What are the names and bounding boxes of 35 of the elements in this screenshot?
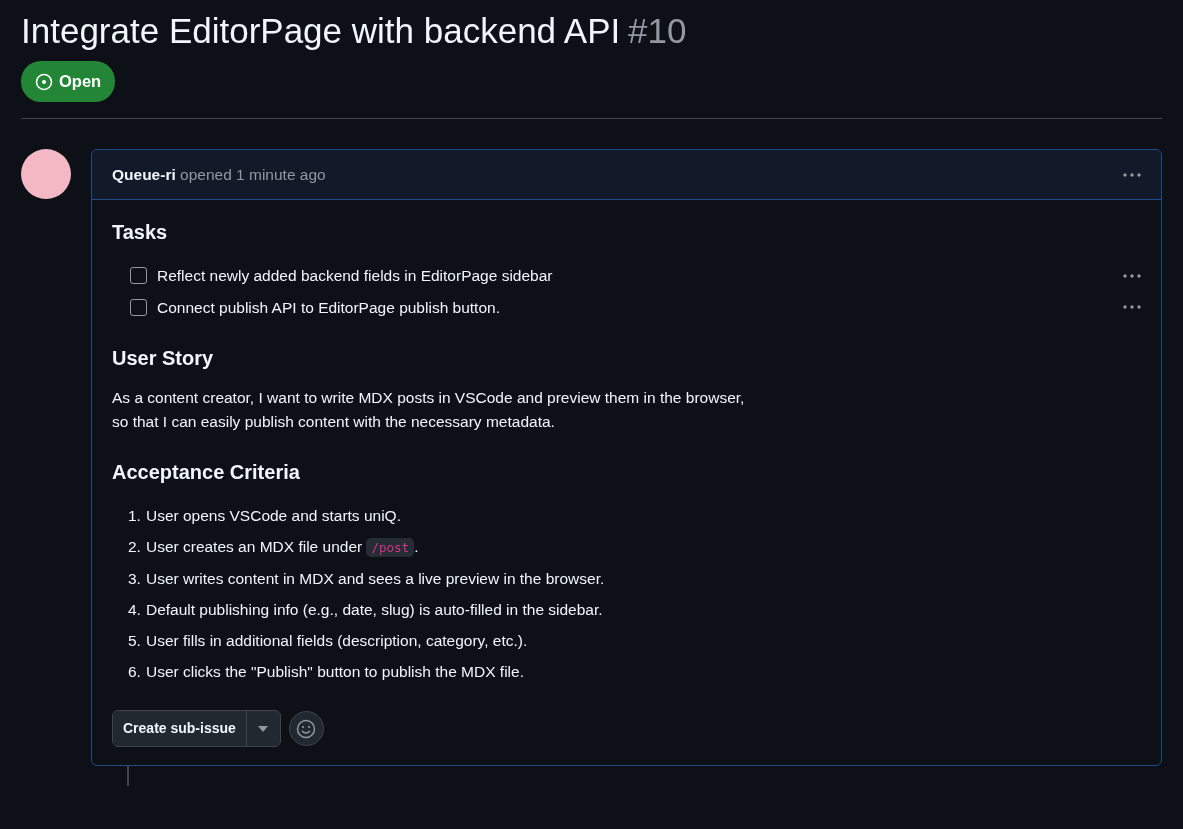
comment-meta: opened 1 minute ago <box>180 166 326 183</box>
list-item-text: User clicks the "Publish" button to publish the MDX file. <box>145 662 524 683</box>
list-number: 4. <box>128 600 141 621</box>
more-options-icon[interactable] <box>1123 305 1141 310</box>
list-number: 2. <box>128 537 141 558</box>
list-number: 3. <box>128 569 141 590</box>
list-number: 6. <box>128 662 141 683</box>
status-badge: Open <box>21 61 116 102</box>
create-sub-issue-button[interactable]: Create sub-issue <box>113 711 247 747</box>
section-heading: Acceptance Criteria <box>112 460 301 485</box>
issue-number: #10 <box>628 10 687 52</box>
task-text: Connect publish API to EditorPage publish button. <box>157 297 501 318</box>
inline-code: /post <box>366 538 415 558</box>
task-text: Reflect newly added backend fields in EditorPage sidebar <box>157 266 554 287</box>
author-link[interactable]: Queue-ri <box>112 166 176 183</box>
list-item-text: User opens VSCode and starts uniQ. <box>145 506 401 527</box>
caret-icon <box>258 725 269 732</box>
avatar[interactable] <box>21 149 71 199</box>
reaction-button[interactable] <box>288 711 324 747</box>
issue-title: Integrate EditorPage with backend API <box>21 10 621 52</box>
list-item-text: User fills in additional fields (description, category, etc.). <box>145 631 528 652</box>
list-number: 1. <box>128 506 141 527</box>
more-options-icon[interactable] <box>1123 172 1141 177</box>
smiley-icon <box>296 718 317 739</box>
list-item-text: User creates an MDX file under /post . <box>145 537 419 560</box>
more-options-icon[interactable] <box>1123 273 1141 278</box>
list-item-text: User writes content in MDX and sees a live preview in the browser. <box>145 569 605 590</box>
section-heading: User Story <box>112 346 215 370</box>
list-number: 5. <box>128 631 141 652</box>
task-checkbox[interactable] <box>130 267 147 285</box>
list-item-text: Default publishing info (e.g., date, slug) is auto-filled in the sidebar. <box>145 600 603 621</box>
task-checkbox[interactable] <box>130 298 147 316</box>
open-circle-icon <box>35 72 53 91</box>
paragraph-text: As a content creator, I want to write MDX posts in VSCode and preview them in the browser, so that I can easily publish content with the necessary metadata. <box>112 388 746 432</box>
section-heading: Tasks <box>112 220 169 245</box>
